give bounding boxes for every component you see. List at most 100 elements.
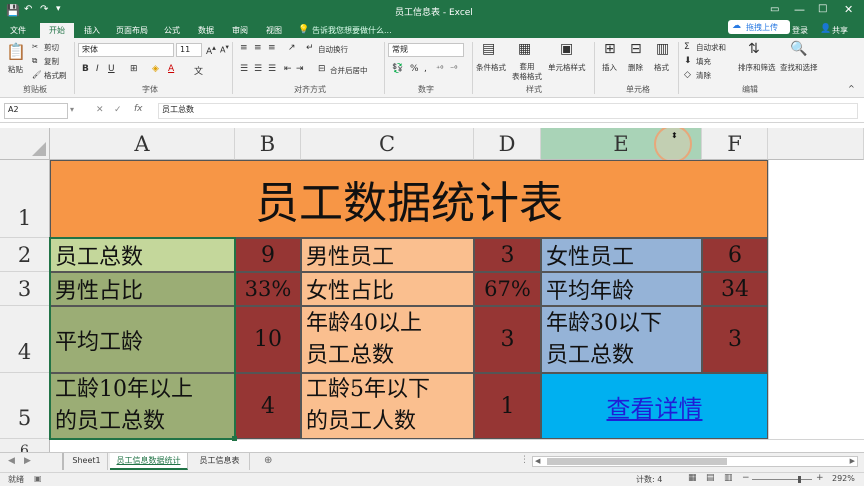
autosum-button[interactable]: 自动求和 <box>696 42 726 53</box>
column-header-d[interactable]: D <box>474 128 541 160</box>
cut-icon[interactable]: ✂ <box>32 42 38 51</box>
cell-c4[interactable]: 年龄40以上 员工总数 <box>301 306 474 373</box>
cell-b5[interactable]: 4 <box>235 373 301 439</box>
paste-button[interactable]: 粘贴 <box>8 64 23 75</box>
title-cell[interactable]: 员工数据统计表 <box>50 160 768 238</box>
format-painter-icon[interactable]: 🖌 <box>32 70 42 79</box>
grow-font-icon[interactable]: A▴ <box>206 43 216 57</box>
decrease-decimal-icon[interactable]: ⁻⁰ <box>450 64 457 73</box>
row-header-3[interactable]: 3 <box>0 272 50 306</box>
zoom-slider-thumb[interactable] <box>798 476 801 483</box>
cell-b2[interactable]: 9 <box>235 238 301 272</box>
scroll-left-icon[interactable]: ◀ <box>535 457 540 465</box>
format-cells-button[interactable]: 格式 <box>654 62 669 73</box>
zoom-slider[interactable] <box>752 479 812 480</box>
login-link[interactable]: 登录 <box>792 25 808 36</box>
share-icon[interactable]: 👤 <box>820 24 831 34</box>
clear-button[interactable]: 清除 <box>696 70 711 81</box>
underline-icon[interactable]: U <box>108 64 115 74</box>
next-sheet-icon[interactable]: ▶ <box>24 456 31 466</box>
cell-d2[interactable]: 3 <box>474 238 541 272</box>
column-header-b[interactable]: B <box>235 128 301 160</box>
fill-button[interactable]: 填充 <box>696 56 711 67</box>
format-painter-button[interactable]: 格式刷 <box>44 70 67 81</box>
font-color-icon[interactable]: A <box>168 64 174 74</box>
enter-icon[interactable]: ✓ <box>114 105 122 115</box>
tab-view[interactable]: 视图 <box>260 25 288 36</box>
cell-e3[interactable]: 平均年龄 <box>541 272 702 306</box>
fill-handle[interactable] <box>232 436 237 441</box>
delete-cells-button[interactable]: 删除 <box>628 62 643 73</box>
tab-data[interactable]: 数据 <box>192 25 220 36</box>
copy-button[interactable]: 复制 <box>44 56 59 67</box>
collapse-ribbon-icon[interactable]: ^ <box>848 84 855 93</box>
cell-styles-icon[interactable]: ▣ <box>560 41 573 57</box>
delete-cells-icon[interactable]: ⊟ <box>630 41 642 57</box>
conditional-format-button[interactable]: 条件格式 <box>476 62 506 73</box>
minimize-icon[interactable]: — <box>794 3 805 16</box>
decrease-indent-icon[interactable]: ⇤ <box>284 64 292 74</box>
increase-indent-icon[interactable]: ⇥ <box>296 64 304 74</box>
maximize-icon[interactable]: □ <box>818 3 827 14</box>
cell-a5[interactable]: 工龄10年以上 的员工总数 <box>50 373 235 439</box>
cell-a2[interactable]: 员工总数 <box>50 238 235 272</box>
merge-icon[interactable]: ⊟ <box>318 64 326 74</box>
insert-function-icon[interactable]: fx <box>134 104 143 114</box>
column-header-c[interactable]: C <box>301 128 474 160</box>
row-header-2[interactable]: 2 <box>0 238 50 272</box>
cell-d4[interactable]: 3 <box>474 306 541 373</box>
row-header-5[interactable]: 5 <box>0 373 50 439</box>
zoom-out-icon[interactable]: − <box>742 473 750 483</box>
insert-cells-button[interactable]: 插入 <box>602 62 617 73</box>
cell-e4[interactable]: 年龄30以下 员工总数 <box>541 306 702 373</box>
clear-icon[interactable]: ◇ <box>684 70 691 80</box>
shrink-font-icon[interactable]: A▾ <box>220 43 229 55</box>
cell-f2[interactable]: 6 <box>702 238 768 272</box>
macro-record-icon[interactable]: ▣ <box>34 474 42 483</box>
orientation-icon[interactable]: ↗ <box>288 43 296 53</box>
cell-a3[interactable]: 男性占比 <box>50 272 235 306</box>
split-icon[interactable]: ⋮ <box>520 455 529 465</box>
cell-f4[interactable]: 3 <box>702 306 768 373</box>
sheet-tab-sheet1[interactable]: Sheet1 <box>66 453 108 470</box>
increase-decimal-icon[interactable]: ⁺⁰ <box>436 64 443 73</box>
sheet-tab-statistics[interactable]: 员工信息数据统计 <box>110 453 188 470</box>
tell-me-search[interactable]: 告诉我您想要做什么... <box>312 25 392 36</box>
horizontal-scrollbar[interactable]: ◀ ▶ <box>532 456 858 467</box>
row-header-4[interactable]: 4 <box>0 306 50 373</box>
cell-d5[interactable]: 1 <box>474 373 541 439</box>
cut-button[interactable]: 剪切 <box>44 42 59 53</box>
row-header-6[interactable]: 6 <box>0 439 50 452</box>
prev-sheet-icon[interactable]: ◀ <box>8 456 15 466</box>
tab-file[interactable]: 文件 <box>4 25 32 36</box>
cell-c2[interactable]: 男性员工 <box>301 238 474 272</box>
page-layout-view-icon[interactable]: ▤ <box>706 473 715 483</box>
redo-icon[interactable]: ↷ <box>40 4 48 15</box>
align-middle-icon[interactable]: ≡ <box>254 43 262 53</box>
autosum-icon[interactable]: Σ <box>684 42 690 52</box>
currency-icon[interactable]: 💱 <box>392 64 403 74</box>
cell-e2[interactable]: 女性员工 <box>541 238 702 272</box>
save-icon[interactable]: 💾 <box>6 4 20 17</box>
tab-formulas[interactable]: 公式 <box>158 25 186 36</box>
conditional-format-icon[interactable]: ▤ <box>482 41 495 57</box>
cell-b3[interactable]: 33% <box>235 272 301 306</box>
cancel-icon[interactable]: ✕ <box>96 105 104 115</box>
phonetic-icon[interactable]: 文 <box>194 64 203 77</box>
fill-icon[interactable]: ⬇ <box>684 56 692 66</box>
cell-c3[interactable]: 女性占比 <box>301 272 474 306</box>
font-size-select[interactable]: 11 <box>176 43 202 57</box>
align-left-icon[interactable]: ☰ <box>240 64 248 74</box>
align-right-icon[interactable]: ☰ <box>268 64 276 74</box>
undo-icon[interactable]: ↶ <box>24 4 32 15</box>
zoom-level[interactable]: 292% <box>832 474 855 483</box>
format-as-table-icon[interactable]: ▦ <box>518 41 531 57</box>
cell-b4[interactable]: 10 <box>235 306 301 373</box>
add-sheet-icon[interactable]: ⊕ <box>264 455 272 466</box>
font-name-select[interactable]: 宋体 <box>78 43 174 57</box>
share-button[interactable]: 共享 <box>832 25 848 36</box>
ribbon-options-icon[interactable]: ▭ <box>770 4 779 15</box>
format-as-table-button[interactable]: 套用 表格格式 <box>512 62 542 82</box>
copy-icon[interactable]: ⧉ <box>32 56 37 66</box>
insert-cells-icon[interactable]: ⊞ <box>604 41 616 57</box>
